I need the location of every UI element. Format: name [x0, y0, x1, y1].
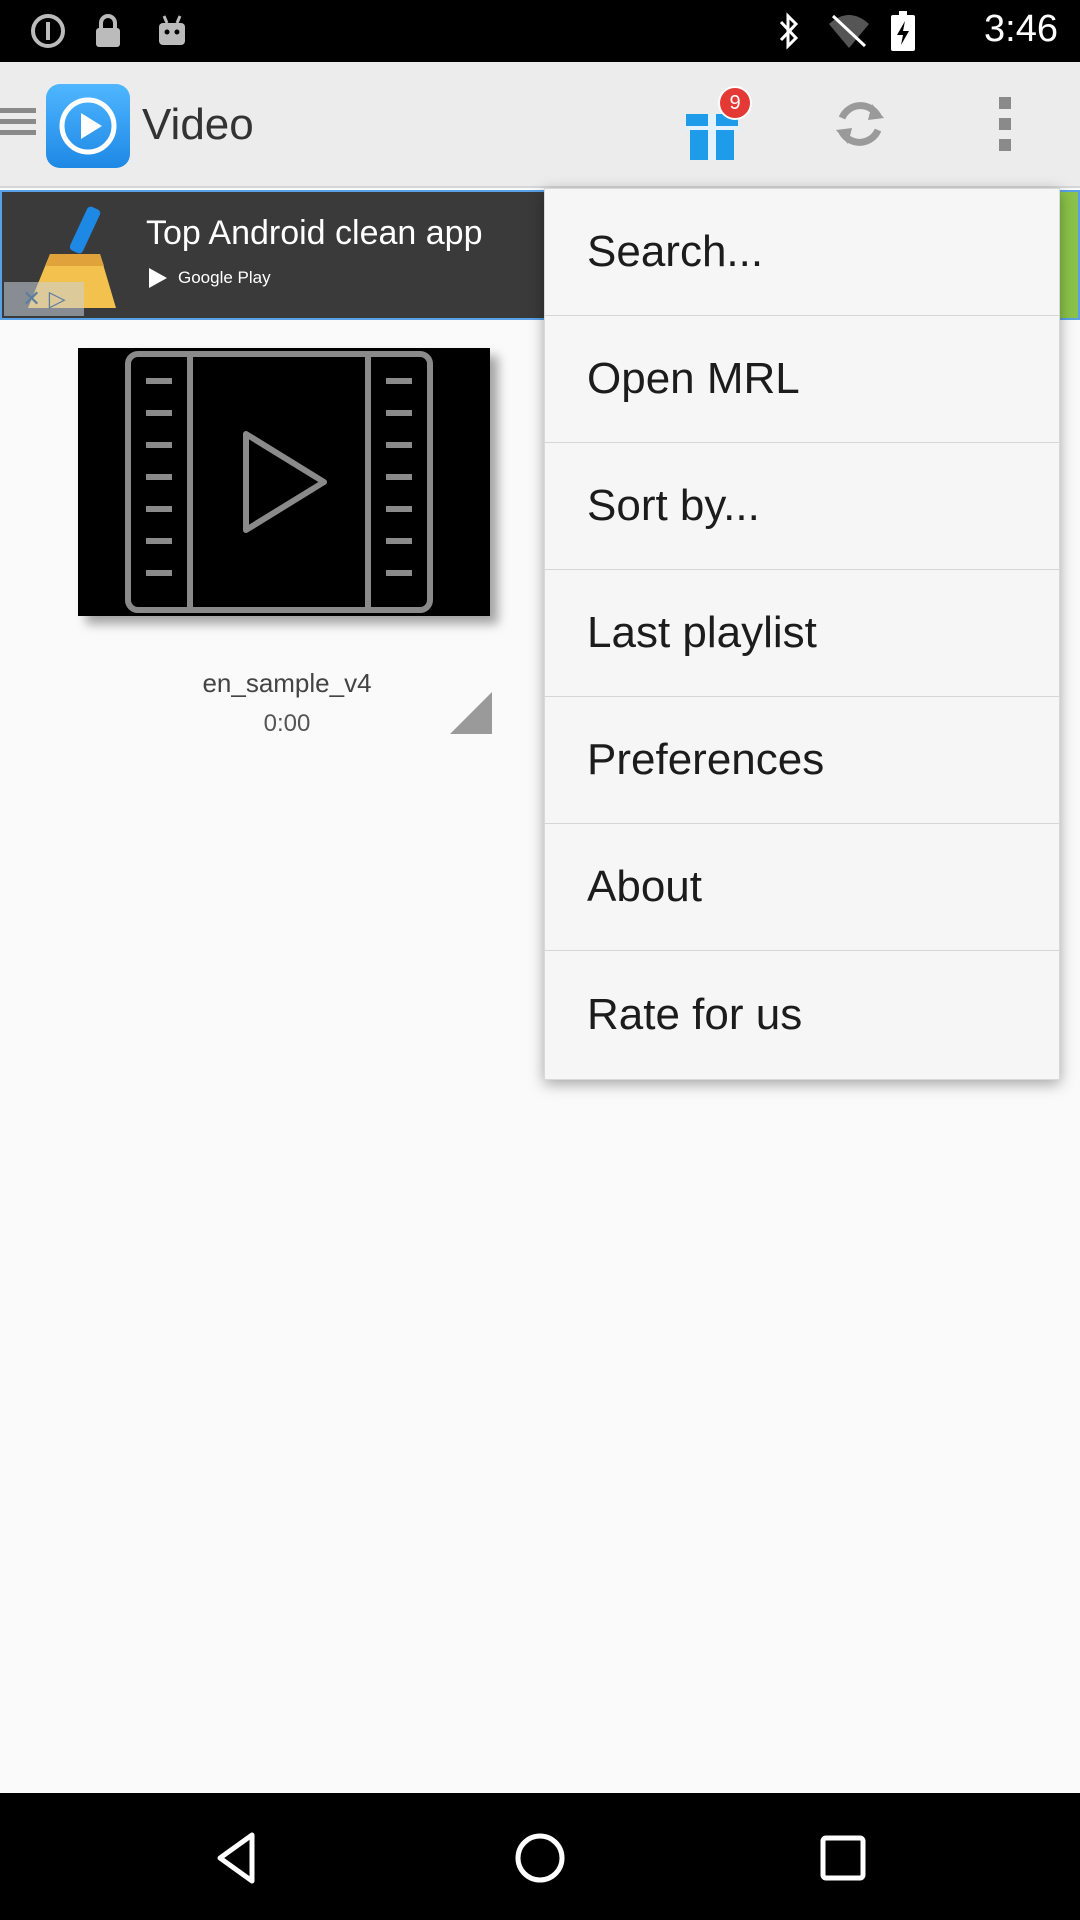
app-title: Video	[142, 100, 254, 149]
menu-item-sort-by[interactable]: Sort by...	[545, 443, 1059, 570]
menu-item-open-mrl[interactable]: Open MRL	[545, 316, 1059, 443]
back-icon[interactable]	[202, 1823, 272, 1893]
ad-store-badge: Google Play	[146, 266, 271, 290]
overflow-menu-icon[interactable]	[990, 92, 1020, 158]
google-play-icon	[149, 268, 167, 288]
recents-icon[interactable]	[808, 1823, 878, 1893]
navigation-bar	[0, 1793, 1080, 1920]
app-logo-icon[interactable]	[46, 84, 130, 168]
refresh-icon[interactable]	[830, 94, 890, 154]
overflow-menu: Search... Open MRL Sort by... Last playl…	[544, 188, 1060, 1080]
home-icon[interactable]	[505, 1823, 575, 1893]
video-thumbnail[interactable]	[78, 348, 490, 616]
gift-badge: 9	[718, 86, 752, 120]
ad-title: Top Android clean app	[146, 214, 483, 252]
menu-item-rate-for-us[interactable]: Rate for us	[545, 951, 1059, 1078]
menu-item-preferences[interactable]: Preferences	[545, 697, 1059, 824]
item-options-icon[interactable]	[450, 692, 492, 734]
android-icon	[152, 12, 192, 50]
ad-store-label: Google Play	[178, 268, 271, 287]
app-bar: Video 9	[0, 62, 1080, 188]
battery-charging-icon	[888, 11, 918, 51]
status-bar: 3:46	[0, 0, 1080, 62]
screen: 3:46 Video 9 Top Android clean app Googl…	[0, 0, 1080, 1920]
menu-icon[interactable]	[0, 102, 40, 150]
wifi-off-icon	[826, 12, 872, 50]
ad-close-button[interactable]: ✕ ▷	[4, 282, 84, 316]
film-play-icon	[125, 351, 433, 613]
alert-circle-icon	[28, 12, 68, 50]
lock-icon	[90, 12, 126, 50]
close-icon: ✕	[22, 286, 41, 311]
bluetooth-icon	[772, 12, 806, 50]
menu-item-last-playlist[interactable]: Last playlist	[545, 570, 1059, 697]
menu-item-about[interactable]: About	[545, 824, 1059, 951]
ad-choices-icon: ▷	[48, 286, 66, 311]
menu-item-search[interactable]: Search...	[545, 189, 1059, 316]
status-clock: 3:46	[984, 8, 1058, 50]
